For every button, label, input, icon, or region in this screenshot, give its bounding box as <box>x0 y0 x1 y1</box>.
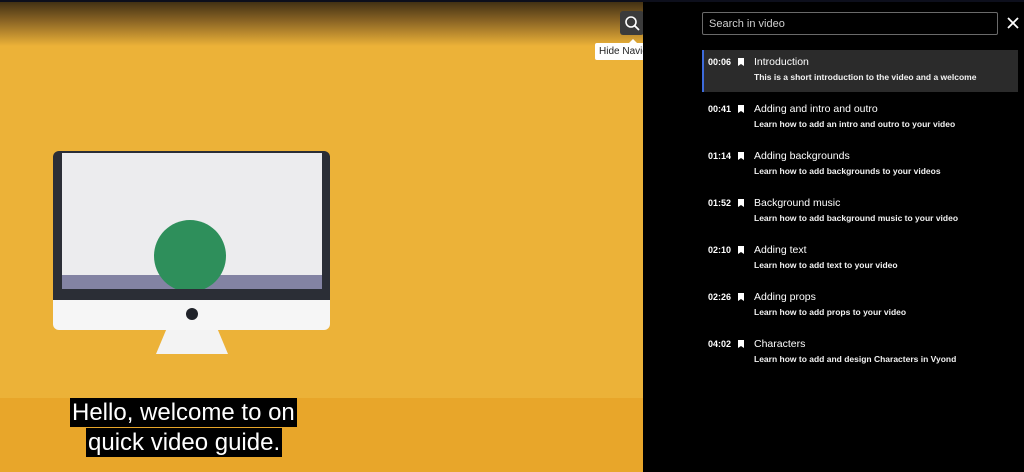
chapter-title: Introduction <box>754 56 809 68</box>
video-top-gradient <box>0 0 643 46</box>
bookmark-icon <box>738 246 744 254</box>
chapter-description: Learn how to add an intro and outro to y… <box>754 119 956 129</box>
chapter-title: Adding and intro and outro <box>754 103 878 115</box>
bookmark-icon <box>738 199 744 207</box>
chapter-description: This is a short introduction to the vide… <box>754 72 977 82</box>
chapter-item[interactable]: 04:02 Characters Learn how to add and de… <box>702 332 1018 374</box>
caption-line-2: quick video guide. <box>86 428 283 457</box>
chapter-title: Characters <box>754 338 806 350</box>
close-icon <box>1007 17 1019 29</box>
chapter-item[interactable]: 00:41 Adding and intro and outro Learn h… <box>702 97 1018 139</box>
bookmark-icon <box>738 58 744 66</box>
chapter-item[interactable]: 02:26 Adding props Learn how to add prop… <box>702 285 1018 327</box>
search-icon <box>625 16 640 31</box>
chapter-time: 01:14 <box>708 151 732 161</box>
chapter-time: 01:52 <box>708 198 732 208</box>
chapter-time: 00:06 <box>708 57 732 67</box>
chapter-time: 02:26 <box>708 292 732 302</box>
video-player[interactable]: Hello, welcome to on quick video guide. <box>0 0 643 472</box>
chapter-title: Adding text <box>754 244 807 256</box>
chapter-item[interactable]: 00:06 Introduction This is a short intro… <box>702 50 1018 92</box>
search-toggle-button[interactable] <box>620 11 644 35</box>
bookmark-icon <box>738 152 744 160</box>
caption-line-1: Hello, welcome to on <box>70 398 297 427</box>
monitor-illustration-screen <box>62 153 322 289</box>
chapter-item[interactable]: 01:52 Background music Learn how to add … <box>702 191 1018 233</box>
chapter-time: 02:10 <box>708 245 732 255</box>
chapter-item[interactable]: 02:10 Adding text Learn how to add text … <box>702 238 1018 280</box>
monitor-illustration-dot <box>186 308 198 320</box>
bookmark-icon <box>738 293 744 301</box>
bookmark-icon <box>738 105 744 113</box>
close-panel-button[interactable] <box>1004 14 1022 32</box>
chapter-title: Adding props <box>754 291 816 303</box>
chapter-item[interactable]: 01:14 Adding backgrounds Learn how to ad… <box>702 144 1018 186</box>
bookmark-icon <box>738 340 744 348</box>
video-top-border <box>0 0 643 2</box>
chapter-title: Adding backgrounds <box>754 150 850 162</box>
search-in-video-input[interactable] <box>702 12 998 35</box>
chapter-description: Learn how to add props to your video <box>754 307 907 317</box>
chapter-title: Background music <box>754 197 841 209</box>
chapter-description: Learn how to add background music to you… <box>754 213 959 223</box>
chapter-list: 00:06 Introduction This is a short intro… <box>702 50 1018 379</box>
monitor-illustration-stand <box>156 330 228 354</box>
chapter-description: Learn how to add and design Characters i… <box>754 354 957 364</box>
chapter-description: Learn how to add backgrounds to your vid… <box>754 166 941 176</box>
chapter-description: Learn how to add text to your video <box>754 260 898 270</box>
monitor-green-circle <box>154 220 226 289</box>
chapter-time: 00:41 <box>708 104 732 114</box>
chapter-time: 04:02 <box>708 339 732 349</box>
